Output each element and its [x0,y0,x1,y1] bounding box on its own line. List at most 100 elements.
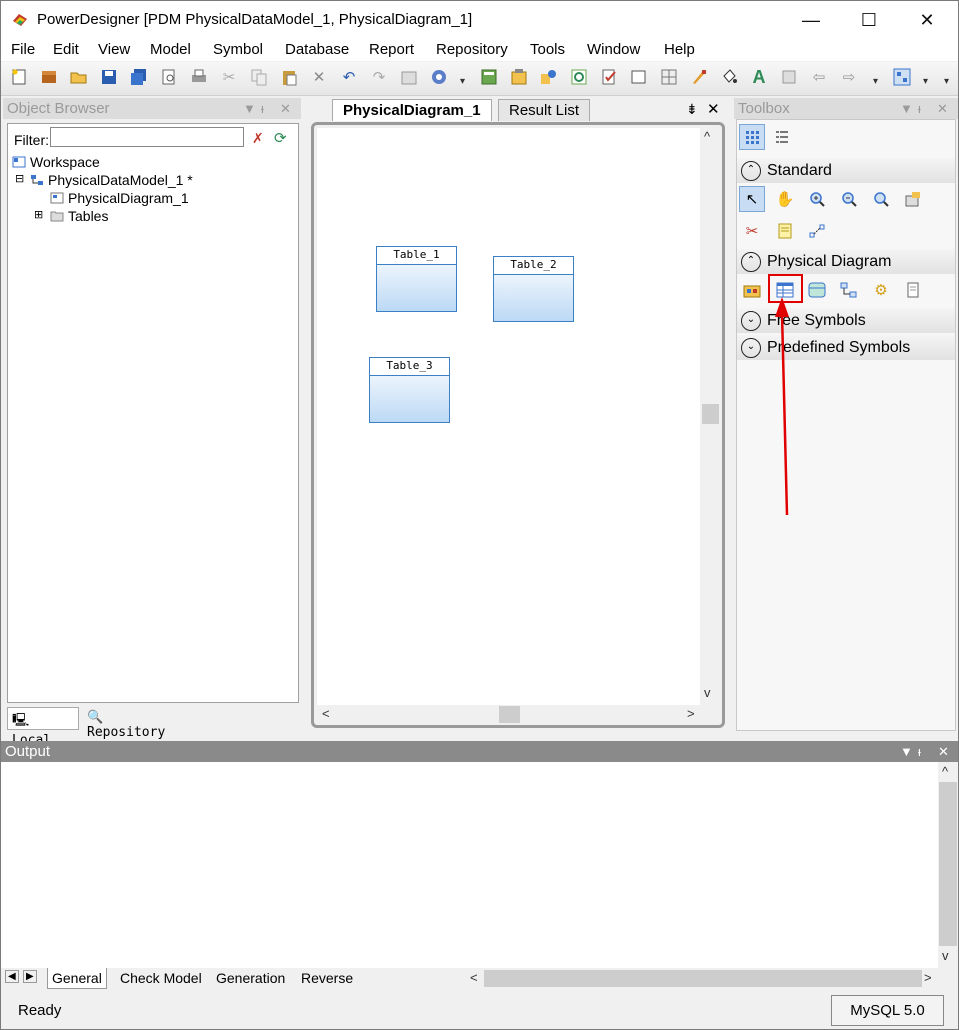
toolbox-pin-icon[interactable]: ᵻ [918,98,921,119]
output-pin-icon[interactable]: ᵻ [918,741,921,762]
panel-menu-icon[interactable]: ▼ [243,98,256,119]
list-of-tables-icon[interactable] [508,66,530,88]
impact-analysis-icon[interactable] [538,66,560,88]
clear-filter-icon[interactable]: ✗ [252,130,264,147]
toolbar-overflow-icon[interactable]: ▾ [460,76,465,87]
model-icon[interactable] [891,66,913,88]
undo-icon[interactable]: ↶ [338,66,360,88]
panel-close-icon[interactable]: ✕ [280,98,291,119]
menu-help[interactable]: Help [664,41,695,58]
tab-reverse[interactable]: Reverse [297,968,357,989]
grabber-tool[interactable]: ✋ [772,186,798,212]
expand-tables-icon[interactable]: ⊞ [34,208,43,221]
scroll-up-icon[interactable]: ^ [704,129,710,144]
object-browser-icon[interactable] [478,66,500,88]
output-scroll-up-icon[interactable]: ^ [942,764,948,779]
output-hscroll-thumb[interactable] [484,970,922,987]
menu-window[interactable]: Window [587,41,640,58]
table-symbol-3[interactable]: Table_3 [369,357,450,423]
note-tool[interactable] [772,218,798,244]
check-icon[interactable] [598,66,620,88]
scroll-right-icon[interactable]: > [687,706,695,721]
output-close-icon[interactable]: ✕ [938,741,949,762]
output-vertical-scrollbar[interactable]: ^ v [938,762,958,970]
menu-report[interactable]: Report [369,41,414,58]
canvas-vertical-scrollbar[interactable]: ^ v [700,128,720,705]
back-icon[interactable]: ⇦ [808,66,830,88]
delete-tool[interactable]: ✂ [739,218,765,244]
large-icons-view-icon[interactable] [739,124,765,150]
tree-diagram[interactable]: PhysicalDiagram_1 [50,190,189,206]
pointer-tool[interactable]: ↖ [739,186,765,212]
menu-edit[interactable]: Edit [53,41,79,58]
redo-icon[interactable]: ↷ [368,66,390,88]
refresh-icon[interactable] [568,66,590,88]
save-icon[interactable] [98,66,120,88]
tree-workspace[interactable]: Workspace [12,154,100,170]
tab-result-list[interactable]: Result List [498,99,591,121]
toolbar-overflow-icon-4[interactable]: ▾ [944,76,949,87]
list-view-icon[interactable] [769,124,795,150]
tabs-scroll-left-icon[interactable]: ◀ [5,970,19,983]
forward-icon[interactable]: ⇨ [838,66,860,88]
reference-tool[interactable] [836,277,862,303]
minimize-button[interactable]: — [788,1,834,39]
tree-tables[interactable]: Tables [50,208,108,224]
tab-repository[interactable]: 🔍 Repository [83,707,193,740]
tab-general[interactable]: General [47,968,107,989]
scroll-left-icon[interactable]: < [322,706,330,721]
menu-database[interactable]: Database [285,41,349,58]
output-menu-icon[interactable]: ▼ [900,741,913,762]
open-package-tool[interactable] [868,186,894,212]
print-icon[interactable] [188,66,210,88]
close-button[interactable]: ✕ [904,1,950,39]
copy-icon[interactable] [248,66,270,88]
tab-local[interactable]: 🖳 Local [7,707,79,748]
brush-icon[interactable] [688,66,710,88]
menu-model[interactable]: Model [150,41,191,58]
toolbar-overflow-icon-3[interactable]: ▾ [923,76,928,87]
section-physical-diagram[interactable]: ⌃ Physical Diagram [737,249,955,274]
tab-physical-diagram[interactable]: PhysicalDiagram_1 [332,99,492,121]
menu-view[interactable]: View [98,41,130,58]
toolbox-menu-icon[interactable]: ▼ [900,98,913,119]
tree-model[interactable]: PhysicalDataModel_1 * [30,172,193,188]
table-symbol-1[interactable]: Table_1 [376,246,457,312]
document-menu-icon[interactable]: ⇟ [686,101,698,118]
zoom-out-tool[interactable] [836,186,862,212]
print-preview-icon[interactable] [158,66,180,88]
output-horizontal-scrollbar[interactable]: < > [462,968,958,989]
output-scroll-down-icon[interactable]: v [942,948,949,963]
cut-icon[interactable]: ✂ [218,66,240,88]
properties-icon[interactable] [398,66,420,88]
menu-repository[interactable]: Repository [436,41,508,58]
refresh-filter-icon[interactable]: ⟳ [274,129,287,147]
canvas-horizontal-scrollbar[interactable]: < > [317,705,700,725]
check-model-icon[interactable] [428,66,450,88]
grid-icon[interactable] [658,66,680,88]
file-tool[interactable] [900,277,926,303]
rectangle-icon[interactable] [628,66,650,88]
zoom-in-tool[interactable] [804,186,830,212]
maximize-button[interactable]: ☐ [846,1,892,39]
section-standard[interactable]: ⌃ Standard [737,158,955,183]
output-scroll-right-icon[interactable]: > [924,970,932,985]
document-close-icon[interactable]: ✕ [707,100,720,118]
table-symbol-2[interactable]: Table_2 [493,256,574,322]
scroll-down-icon[interactable]: v [704,685,711,700]
link-tool[interactable] [804,218,830,244]
tab-check-model[interactable]: Check Model [116,968,206,989]
view-tool[interactable] [804,277,830,303]
fill-icon[interactable] [718,66,740,88]
pin-icon[interactable]: ᵻ [261,98,264,119]
new-project-icon[interactable] [38,66,60,88]
delete-icon[interactable]: ✕ [308,66,330,88]
tab-generation[interactable]: Generation [212,968,289,989]
tabs-scroll-right-icon[interactable]: ▶ [23,970,37,983]
menu-symbol[interactable]: Symbol [213,41,263,58]
collapse-model-icon[interactable]: ⊟ [15,172,24,185]
output-scroll-left-icon[interactable]: < [470,970,478,985]
save-all-icon[interactable] [128,66,150,88]
shape-icon[interactable] [778,66,800,88]
filter-input[interactable] [50,127,244,147]
